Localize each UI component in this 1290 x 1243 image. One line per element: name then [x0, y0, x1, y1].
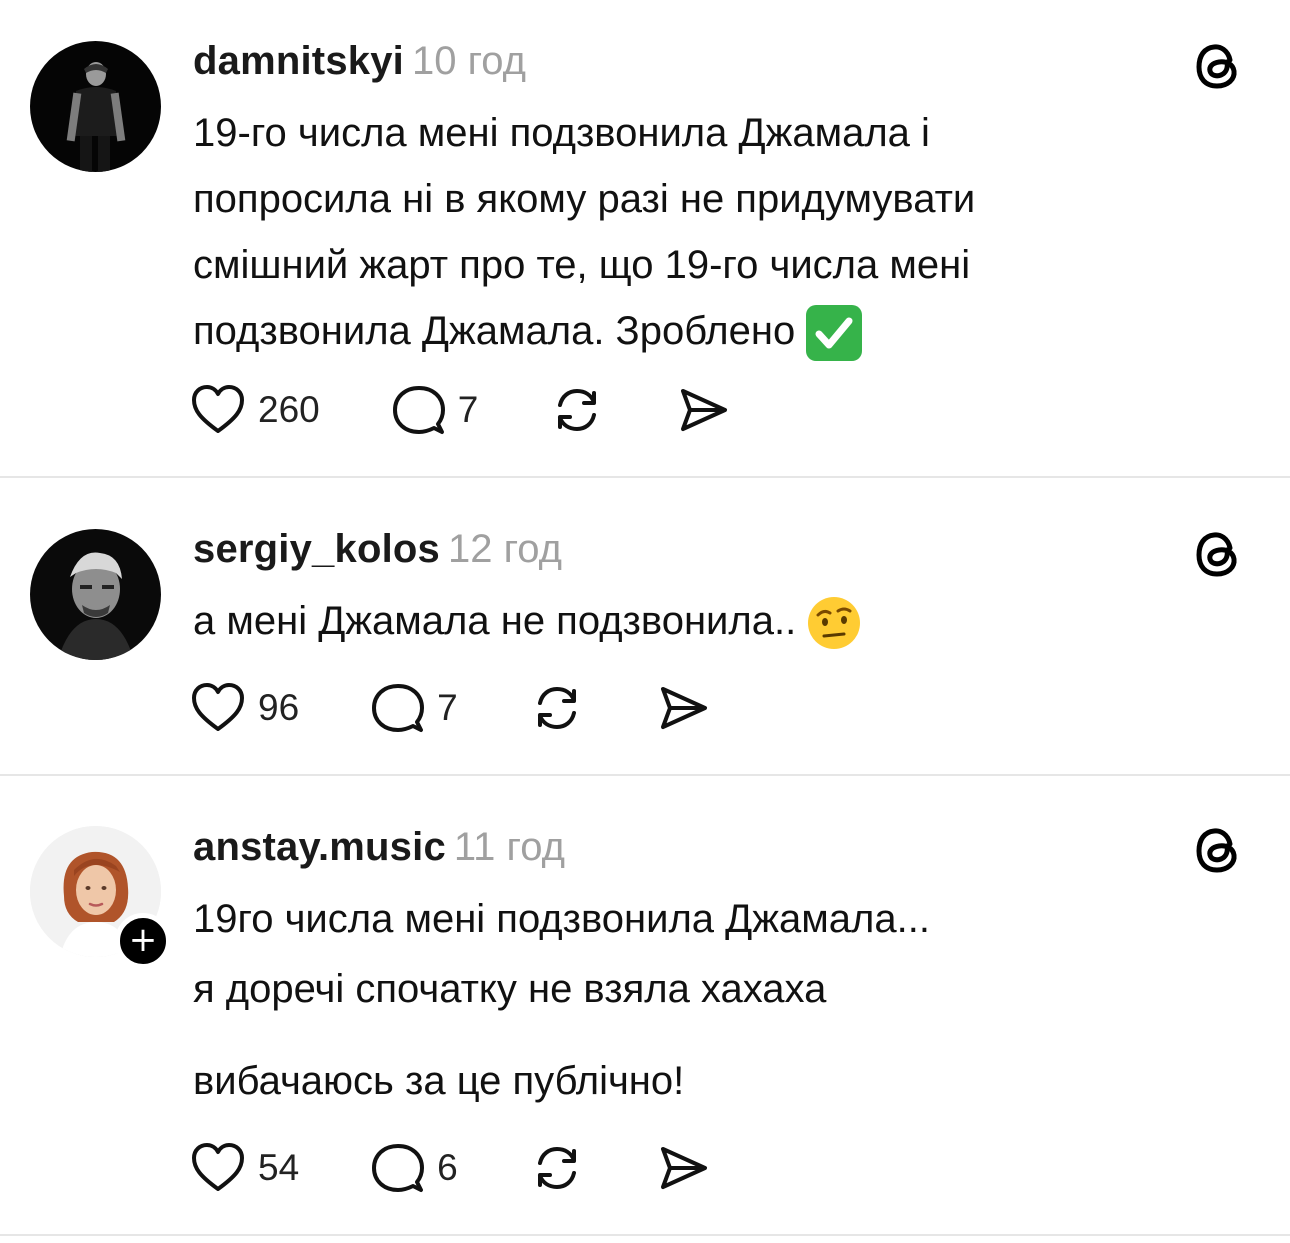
follow-button[interactable]: + — [115, 913, 171, 969]
post-actions: 54 6 — [190, 1138, 710, 1198]
post-text: а мені Джамала не подзвонила.. — [193, 588, 1153, 654]
post-actions: 96 7 — [190, 678, 710, 738]
repost-icon — [558, 389, 597, 431]
send-icon — [681, 389, 728, 431]
username[interactable]: sergiy_kolos — [193, 527, 440, 571]
repost-button[interactable] — [550, 380, 604, 440]
comment-bubble-icon — [372, 1144, 425, 1192]
heart-icon — [192, 385, 244, 433]
heart-icon — [192, 1143, 244, 1191]
avatar[interactable] — [30, 41, 161, 172]
text-fragment: а мені Джамала не подзвонила.. — [193, 599, 797, 643]
reply-button[interactable]: 7 — [371, 678, 458, 738]
text-line: вибачаюсь за це публічно! — [193, 1059, 685, 1103]
timestamp: 10 год — [411, 39, 526, 83]
like-button[interactable]: 54 — [190, 1138, 299, 1198]
reply-count: 6 — [437, 1147, 458, 1188]
share-button[interactable] — [676, 380, 730, 440]
post[interactable]: + anstay.music 11 год 19го числа мені под… — [0, 776, 1290, 1236]
text-fragment: подзвонила Джамала. Зроблено — [193, 309, 796, 353]
reply-count: 7 — [457, 389, 479, 430]
check-mark-button-emoji — [806, 305, 863, 362]
like-count: 54 — [258, 1147, 300, 1188]
avatar[interactable] — [30, 529, 161, 660]
heart-icon — [192, 683, 244, 731]
post-header: sergiy_kolos 12 год — [193, 526, 562, 572]
timestamp: 11 год — [453, 825, 565, 869]
post-header: anstay.music 11 год — [193, 824, 565, 870]
comment-bubble-icon — [372, 684, 425, 732]
timestamp: 12 год — [447, 527, 563, 571]
send-icon — [660, 1147, 707, 1189]
like-button[interactable]: 96 — [190, 678, 299, 738]
like-count: 96 — [258, 687, 300, 728]
repost-button[interactable] — [530, 1138, 584, 1198]
text-line-with-emoji: подзвонила Джамала. Зроблено — [193, 298, 1153, 364]
repost-button[interactable] — [530, 678, 584, 738]
send-icon — [660, 687, 707, 729]
face-with-raised-eyebrow-emoji — [808, 597, 861, 650]
text-line: попросила ні в якому разі не придумувати — [193, 177, 976, 221]
reply-count: 7 — [437, 687, 458, 728]
username[interactable]: damnitskyi — [193, 39, 404, 83]
post-actions: 260 7 — [190, 380, 730, 440]
threads-logo-icon[interactable] — [1190, 822, 1246, 878]
text-line: 19го числа мені подзвонила Джамала... — [193, 897, 930, 941]
post-header: damnitskyi 10 год — [193, 38, 526, 84]
repost-icon — [537, 1147, 576, 1189]
post-text: 19-го числа мені подзвонила Джамала і по… — [193, 100, 1153, 364]
reply-button[interactable]: 7 — [392, 380, 479, 440]
text-line: я доречі спочатку не взяла хахаха — [193, 967, 827, 1011]
threads-logo-icon[interactable] — [1190, 526, 1246, 582]
repost-icon — [537, 687, 576, 729]
text-line: смішний жарт про те, що 19-го числа мені — [193, 243, 971, 287]
reply-button[interactable]: 6 — [371, 1138, 458, 1198]
like-count: 260 — [258, 389, 320, 430]
share-button[interactable] — [656, 1138, 710, 1198]
post[interactable]: sergiy_kolos 12 год а мені Джамала не под… — [0, 478, 1290, 776]
share-button[interactable] — [656, 678, 710, 738]
username[interactable]: anstay.music — [193, 825, 446, 869]
post[interactable]: damnitskyi 10 год 19-го числа мені подзво… — [0, 0, 1290, 478]
post-text: 19го числа мені подзвонила Джамала... я … — [193, 884, 1153, 1116]
comment-bubble-icon — [392, 386, 445, 434]
text-line: 19-го числа мені подзвонила Джамала і — [193, 111, 930, 155]
text-line-with-emoji: а мені Джамала не подзвонила.. — [193, 588, 1153, 654]
threads-logo-icon[interactable] — [1190, 38, 1246, 94]
like-button[interactable]: 260 — [190, 380, 320, 440]
